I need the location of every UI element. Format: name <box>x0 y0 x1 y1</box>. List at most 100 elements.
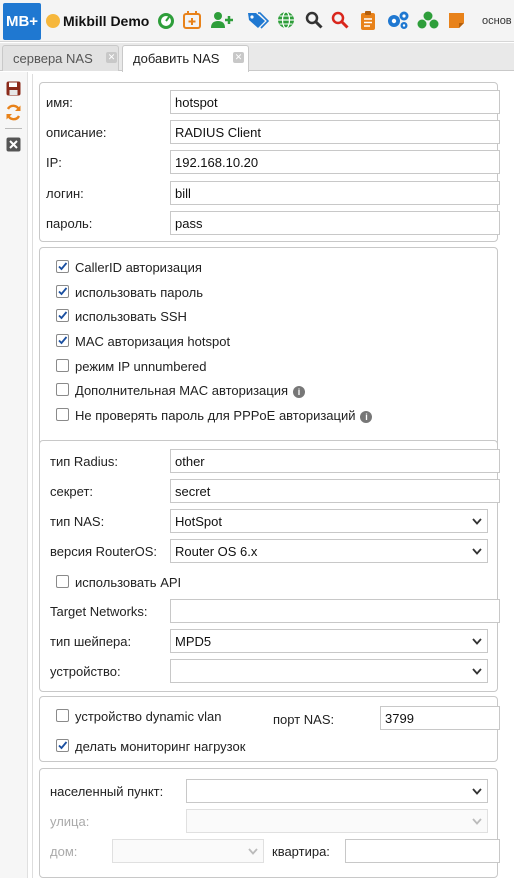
target-networks-row: Target Networks: <box>40 599 500 623</box>
house-row: дом: квартира: <box>40 839 500 863</box>
info-icon[interactable]: i <box>293 386 306 398</box>
name-label: имя: <box>46 95 73 110</box>
option-label: использовать пароль <box>75 285 203 300</box>
search-red-icon[interactable] <box>330 10 350 30</box>
tab-label: добавить NAS <box>133 51 220 66</box>
checkbox[interactable] <box>56 575 69 588</box>
calendar-add-icon[interactable] <box>182 10 202 30</box>
password-input[interactable]: pass <box>170 211 500 235</box>
secret-label: секрет: <box>50 484 94 499</box>
apartment-input[interactable] <box>345 839 500 863</box>
device-select[interactable] <box>170 659 488 683</box>
tab-add-nas[interactable]: добавить NAS ✕ <box>122 45 249 72</box>
checkbox[interactable] <box>56 285 69 298</box>
street-select[interactable] <box>186 809 488 833</box>
city-select[interactable] <box>186 779 488 803</box>
save-icon[interactable] <box>5 80 22 97</box>
chevron-down-icon[interactable] <box>245 840 261 862</box>
description-row: описание: RADIUS Client <box>40 120 500 144</box>
checkbox[interactable] <box>56 359 69 372</box>
login-row: логин: bill <box>40 181 500 205</box>
checkbox[interactable] <box>56 260 69 273</box>
refresh-icon[interactable] <box>5 104 22 121</box>
note-icon[interactable] <box>446 10 466 30</box>
chevron-down-icon[interactable] <box>469 810 485 832</box>
option-label: режим IP unnumbered <box>75 359 207 374</box>
app-name[interactable]: Mikbill Demo <box>46 13 149 29</box>
chevron-down-icon[interactable] <box>469 780 485 802</box>
close-icon[interactable] <box>5 136 22 153</box>
search-icon[interactable] <box>304 10 324 30</box>
shaper-value: MPD5 <box>175 634 212 649</box>
tags-icon[interactable] <box>246 10 270 30</box>
nas-port-input[interactable]: 3799 <box>380 706 500 730</box>
name-input[interactable]: hotspot <box>170 90 500 114</box>
chevron-down-icon[interactable] <box>469 660 485 682</box>
tab-close-icon[interactable]: ✕ <box>106 52 117 63</box>
street-row: улица: <box>40 809 497 833</box>
network-icon[interactable] <box>417 10 439 30</box>
main-menu-label[interactable]: основ <box>482 15 512 27</box>
street-label: улица: <box>50 814 90 829</box>
city-row: населенный пункт: <box>40 779 497 803</box>
credentials-fieldset: имя: hotspot описание: RADIUS Client IP:… <box>39 82 500 242</box>
app-logo[interactable]: MB+ <box>3 3 41 40</box>
cogs-icon[interactable] <box>386 10 410 30</box>
house-select[interactable] <box>112 839 264 863</box>
login-input[interactable]: bill <box>170 181 500 205</box>
left-toolbar <box>0 72 28 878</box>
routeros-row: версия RouterOS: Router OS 6.x <box>40 539 497 563</box>
option-label: MAC авторизация hotspot <box>75 334 231 349</box>
shaper-select[interactable]: MPD5 <box>170 629 488 653</box>
option-label: Не проверять пароль для PPPoE авторизаци… <box>75 408 356 423</box>
radius-type-label: тип Radius: <box>50 454 118 469</box>
secret-input[interactable]: secret <box>170 479 500 503</box>
dashboard-icon[interactable] <box>156 10 176 30</box>
tab-nas-servers[interactable]: сервера NAS ✕ <box>2 45 119 71</box>
routeros-select[interactable]: Router OS 6.x <box>170 539 488 563</box>
info-icon[interactable]: i <box>360 411 373 423</box>
radius-type-row: тип Radius: other <box>40 449 500 473</box>
chevron-down-icon[interactable] <box>469 540 485 562</box>
option-label: CallerID авторизация <box>75 260 202 275</box>
clipboard-icon[interactable] <box>358 10 378 30</box>
shaper-row: тип шейпера: MPD5 <box>40 629 497 653</box>
tab-bar: сервера NAS ✕ добавить NAS ✕ <box>0 43 514 72</box>
radius-fieldset: тип Radius: other секрет: secret тип NAS… <box>39 440 500 692</box>
apartment-label: квартира: <box>272 844 330 859</box>
tab-label: сервера NAS <box>13 51 93 66</box>
user-add-icon[interactable] <box>210 10 234 30</box>
checkbox[interactable] <box>56 709 69 722</box>
nas-form: имя: hotspot описание: RADIUS Client IP:… <box>32 74 514 878</box>
address-fieldset: населенный пункт: улица: дом: квартира: <box>39 768 500 878</box>
secret-row: секрет: secret <box>40 479 500 503</box>
target-networks-input[interactable] <box>170 599 500 623</box>
checkbox[interactable] <box>56 383 69 396</box>
checkbox[interactable] <box>56 334 69 347</box>
chevron-down-icon[interactable] <box>469 630 485 652</box>
nas-type-select[interactable]: HotSpot <box>170 509 488 533</box>
nas-type-row: тип NAS: HotSpot <box>40 509 497 533</box>
routeros-label: версия RouterOS: <box>50 544 158 559</box>
load-monitoring-label: делать мониторинг нагрузок <box>75 739 246 754</box>
house-label: дом: <box>50 844 78 859</box>
option-label: Дополнительная MAC авторизация <box>75 383 289 398</box>
option-label-wrap: Дополнительная MAC авторизация i <box>75 383 306 398</box>
use-api-label: использовать API <box>75 575 182 590</box>
option-label: использовать SSH <box>75 309 187 324</box>
nas-type-value: HotSpot <box>175 514 222 529</box>
tab-close-icon[interactable]: ✕ <box>233 52 244 63</box>
description-input[interactable]: RADIUS Client <box>170 120 500 144</box>
ip-row: IP: 192.168.10.20 <box>40 150 500 174</box>
checkbox[interactable] <box>56 309 69 322</box>
checkbox[interactable] <box>56 739 69 752</box>
chevron-down-icon[interactable] <box>469 510 485 532</box>
routeros-value: Router OS 6.x <box>175 544 258 559</box>
target-networks-label: Target Networks: <box>50 604 148 619</box>
checkbox[interactable] <box>56 408 69 421</box>
ip-input[interactable]: 192.168.10.20 <box>170 150 500 174</box>
globe-icon[interactable] <box>276 10 296 30</box>
radius-type-input[interactable]: other <box>170 449 500 473</box>
app-name-label: Mikbill Demo <box>63 13 150 29</box>
password-label: пароль: <box>46 216 93 231</box>
